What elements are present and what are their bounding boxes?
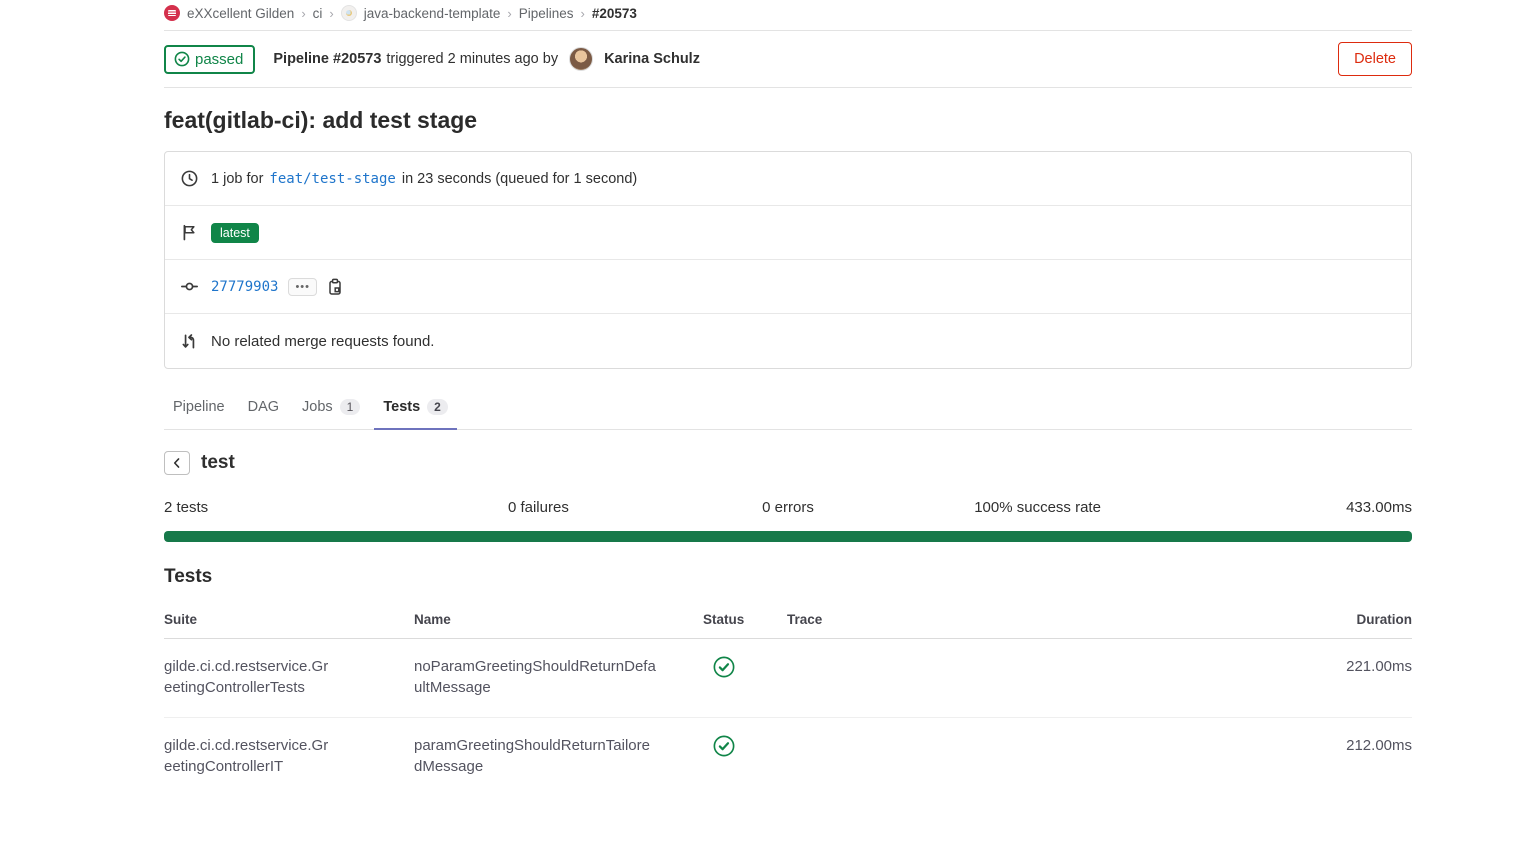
no-merge-requests-text: No related merge requests found. — [211, 333, 434, 350]
tests-heading: Tests — [164, 566, 1412, 588]
ref-labels-row: latest — [165, 206, 1411, 260]
author-avatar[interactable] — [569, 47, 593, 71]
column-status: Status — [703, 612, 787, 627]
breadcrumb-group-link[interactable]: eXXcellent Gilden — [187, 6, 294, 21]
tab-label: Jobs — [302, 399, 333, 415]
stat-duration: 433.00ms — [1162, 499, 1412, 516]
test-duration-cell: 221.00ms — [1237, 656, 1412, 677]
breadcrumb-subgroup-link[interactable]: ci — [313, 6, 323, 21]
table-row: gilde.ci.cd.restservice.GreetingControll… — [164, 639, 1412, 718]
stat-success-rate: 100% success rate — [913, 499, 1163, 516]
success-progress-bar — [164, 531, 1412, 542]
commit-sha-link[interactable]: 27779903 — [211, 279, 278, 295]
column-name: Name — [414, 612, 703, 627]
job-duration-text: in 23 seconds (queued for 1 second) — [402, 171, 637, 187]
jobs-count-badge: 1 — [340, 399, 361, 415]
suite-stats: 2 tests 0 failures 0 errors 100% success… — [164, 499, 1412, 516]
branch-link[interactable]: feat/test-stage — [269, 171, 395, 187]
tab-dag[interactable]: DAG — [239, 389, 288, 429]
tab-label: Tests — [383, 399, 420, 415]
flag-icon — [181, 224, 198, 241]
ellipsis-icon: ••• — [295, 281, 310, 293]
job-summary-text: 1 job for feat/test-stage in 23 seconds … — [211, 171, 637, 187]
column-trace: Trace — [787, 612, 1237, 627]
clock-icon — [181, 170, 198, 187]
pipeline-number: Pipeline #20573 — [273, 51, 381, 67]
job-count-text: 1 job for — [211, 171, 263, 187]
pipeline-tabs: Pipeline DAG Jobs 1 Tests 2 — [164, 389, 1412, 430]
test-name-cell: noParamGreetingShouldReturnDefaultMessag… — [414, 656, 703, 698]
tab-pipeline[interactable]: Pipeline — [164, 389, 234, 429]
test-status-cell — [703, 656, 787, 684]
test-duration-cell: 212.00ms — [1237, 735, 1412, 756]
group-avatar-icon — [164, 5, 180, 21]
pipeline-status-label: passed — [195, 51, 243, 68]
breadcrumb-pipelines-link[interactable]: Pipelines — [519, 6, 574, 21]
tab-label: Pipeline — [173, 399, 225, 415]
pipeline-info-card: 1 job for feat/test-stage in 23 seconds … — [164, 151, 1412, 369]
test-suite-cell: gilde.ci.cd.restservice.GreetingControll… — [164, 735, 414, 777]
pipeline-header: passed Pipeline #20573 triggered 2 minut… — [164, 31, 1412, 88]
stat-tests: 2 tests — [164, 499, 414, 516]
pipeline-meta: Pipeline #20573 triggered 2 minutes ago … — [273, 47, 700, 71]
clipboard-icon — [327, 278, 343, 296]
merge-request-icon — [181, 333, 198, 350]
delete-pipeline-button[interactable]: Delete — [1338, 42, 1412, 76]
test-name-cell: paramGreetingShouldReturnTailoredMessage — [414, 735, 703, 777]
merge-requests-row: No related merge requests found. — [165, 314, 1411, 368]
column-duration: Duration — [1237, 612, 1412, 627]
chevron-left-icon — [170, 456, 184, 470]
chevron-right-icon: › — [329, 6, 333, 21]
breadcrumb: eXXcellent Gilden › ci › java-backend-te… — [164, 0, 1412, 31]
pipeline-page: eXXcellent Gilden › ci › java-backend-te… — [164, 0, 1412, 796]
commit-icon — [181, 278, 198, 295]
status-passed-icon — [174, 51, 190, 67]
tests-count-badge: 2 — [427, 399, 448, 415]
stat-errors: 0 errors — [663, 499, 913, 516]
chevron-right-icon: › — [580, 6, 584, 21]
test-status-cell — [703, 735, 787, 763]
table-row: gilde.ci.cd.restservice.GreetingControll… — [164, 718, 1412, 796]
stat-failures: 0 failures — [414, 499, 664, 516]
test-suite-header: test — [164, 451, 1412, 475]
tab-tests[interactable]: Tests 2 — [374, 389, 457, 429]
tests-table-header: Suite Name Status Trace Duration — [164, 603, 1412, 639]
commit-row: 27779903 ••• — [165, 260, 1411, 314]
copy-commit-sha-button[interactable] — [327, 278, 343, 296]
tab-jobs[interactable]: Jobs 1 — [293, 389, 369, 429]
breadcrumb-pipeline-id: #20573 — [592, 6, 637, 21]
chevron-right-icon: › — [301, 6, 305, 21]
test-passed-icon — [713, 656, 735, 678]
chevron-right-icon: › — [507, 6, 511, 21]
author-name-link[interactable]: Karina Schulz — [604, 51, 700, 67]
pipeline-status-badge: passed — [164, 45, 255, 74]
tab-label: DAG — [248, 399, 279, 415]
back-button[interactable] — [164, 451, 190, 475]
project-avatar-icon — [341, 5, 357, 21]
test-suite-cell: gilde.ci.cd.restservice.GreetingControll… — [164, 656, 414, 698]
breadcrumb-project-link[interactable]: java-backend-template — [364, 6, 501, 21]
column-suite: Suite — [164, 612, 414, 627]
test-passed-icon — [713, 735, 735, 757]
pipeline-triggered-text: triggered 2 minutes ago by — [386, 51, 558, 67]
job-summary-row: 1 job for feat/test-stage in 23 seconds … — [165, 152, 1411, 206]
commit-title: feat(gitlab-ci): add test stage — [164, 107, 1412, 134]
suite-name: test — [201, 452, 235, 474]
tests-table: Suite Name Status Trace Duration gilde.c… — [164, 603, 1412, 796]
latest-badge: latest — [211, 223, 259, 243]
commit-ellipsis-button[interactable]: ••• — [288, 278, 317, 296]
